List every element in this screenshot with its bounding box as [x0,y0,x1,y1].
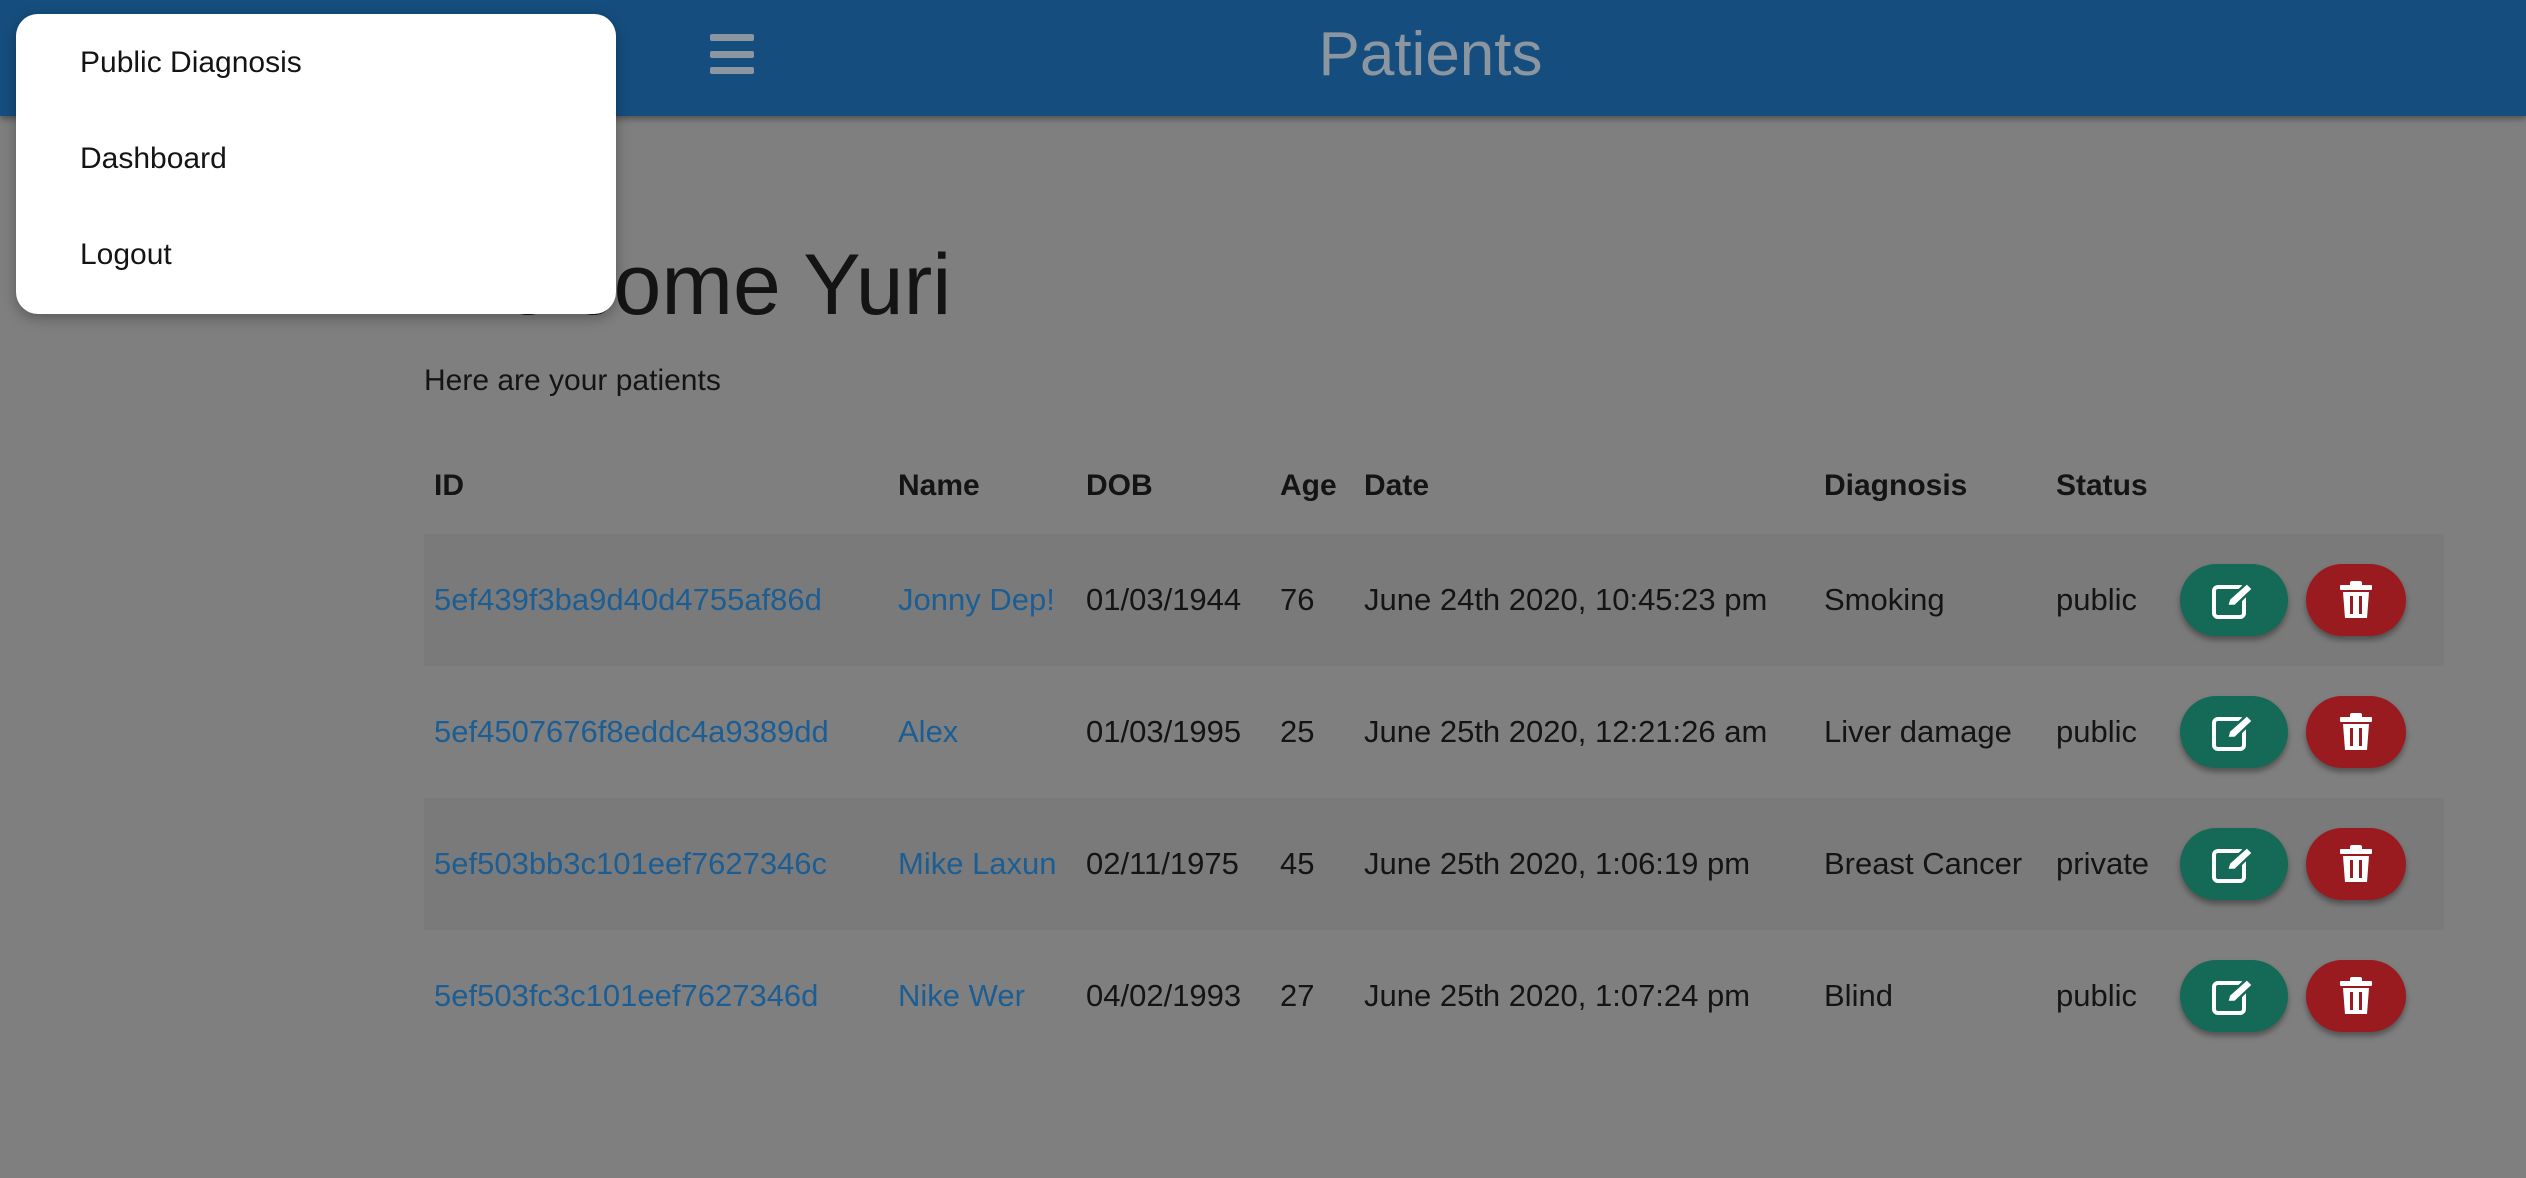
table-row: 5ef439f3ba9d40d4755af86d Jonny Dep! 01/03/… [424,534,2444,666]
column-header-date: Date [1364,469,1430,502]
nav-dropdown-menu: Public Diagnosis Dashboard Logout [16,14,616,314]
cell-id: 5ef503fc3c101eef7627346d [424,930,888,1062]
patient-name-link[interactable]: Jonny Dep! [898,582,1055,617]
edit-button[interactable] [2180,960,2288,1032]
table-row: 5ef503fc3c101eef7627346d Nike Wer 04/02/19… [424,930,2444,1062]
patient-id-link[interactable]: 5ef503bb3c101eef7627346c [434,846,827,881]
cell-status: public [2046,534,2170,666]
cell-date: June 25th 2020, 1:06:19 pm [1354,798,1814,930]
cell-name: Jonny Dep! [888,534,1076,666]
cell-actions [2170,930,2444,1062]
delete-button[interactable] [2306,696,2406,768]
trash-icon [2339,976,2373,1016]
cell-date: June 24th 2020, 10:45:23 pm [1354,534,1814,666]
cell-name: Mike Laxun [888,798,1076,930]
cell-diagnosis: Blind [1824,978,1893,1013]
delete-button[interactable] [2306,960,2406,1032]
delete-button[interactable] [2306,564,2406,636]
edit-button[interactable] [2180,828,2288,900]
cell-status: public [2056,714,2137,749]
cell-id: 5ef4507676f8eddc4a9389dd [424,666,888,798]
cell-actions [2170,798,2444,930]
column-header-actions [2170,438,2444,534]
patient-name-link[interactable]: Mike Laxun [898,846,1057,881]
column-header-age: Age [1280,469,1337,502]
cell-age: 25 [1280,714,1315,749]
cell-dob: 04/02/1993 [1086,978,1242,1013]
cell-name: Nike Wer [888,930,1076,1062]
cell-dob: 02/11/1975 [1076,798,1270,930]
cell-actions [2170,534,2444,666]
cell-status: public [2056,978,2137,1013]
column-header-dob: DOB [1086,469,1153,502]
trash-icon [2339,712,2373,752]
edit-icon [2211,580,2257,620]
cell-status: private [2046,798,2170,930]
table-row: 5ef503bb3c101eef7627346c Mike Laxun 02/11/… [424,798,2444,930]
cell-diagnosis: Liver damage [1824,714,2012,749]
patient-name-link[interactable]: Nike Wer [898,978,1025,1013]
table-row: 5ef4507676f8eddc4a9389dd Alex 01/03/1995 25… [424,666,2444,798]
main-content: Welcome Yuri Here are your patients ID N… [424,230,2444,1062]
cell-age: 76 [1270,534,1354,666]
welcome-heading: Welcome Yuri [424,237,952,333]
cell-dob: 01/03/1944 [1076,534,1270,666]
cell-diagnosis: Breast Cancer [1814,798,2046,930]
patient-name-link[interactable]: Alex [898,714,958,749]
cell-age: 27 [1280,978,1315,1013]
delete-button[interactable] [2306,828,2406,900]
menu-item-public-diagnosis[interactable]: Public Diagnosis [80,46,302,80]
edit-icon [2211,712,2257,752]
patient-id-link[interactable]: 5ef439f3ba9d40d4755af86d [434,582,822,617]
cell-actions [2170,666,2444,798]
column-header-id: ID [434,469,464,502]
patient-id-link[interactable]: 5ef503fc3c101eef7627346d [434,978,818,1013]
cell-diagnosis: Smoking [1814,534,2046,666]
cell-name: Alex [888,666,1076,798]
edit-icon [2211,844,2257,884]
cell-date: June 25th 2020, 12:21:26 am [1364,714,1768,749]
edit-icon [2211,976,2257,1016]
table-header-row: ID Name DOB Age Date Diagnosis Status [424,438,2444,534]
menu-item-dashboard[interactable]: Dashboard [80,142,227,176]
patients-table: ID Name DOB Age Date Diagnosis Status 5e… [424,438,2444,1062]
cell-id: 5ef439f3ba9d40d4755af86d [424,534,888,666]
edit-button[interactable] [2180,696,2288,768]
column-header-name: Name [898,469,980,502]
subtitle: Here are your patients [424,364,721,397]
edit-button[interactable] [2180,564,2288,636]
trash-icon [2339,580,2373,620]
menu-item-logout[interactable]: Logout [80,238,172,272]
column-header-diagnosis: Diagnosis [1824,469,1968,502]
cell-age: 45 [1270,798,1354,930]
cell-id: 5ef503bb3c101eef7627346c [424,798,888,930]
cell-dob: 01/03/1995 [1086,714,1242,749]
column-header-status: Status [2056,469,2148,502]
cell-date: June 25th 2020, 1:07:24 pm [1364,978,1751,1013]
trash-icon [2339,844,2373,884]
patient-id-link[interactable]: 5ef4507676f8eddc4a9389dd [434,714,829,749]
